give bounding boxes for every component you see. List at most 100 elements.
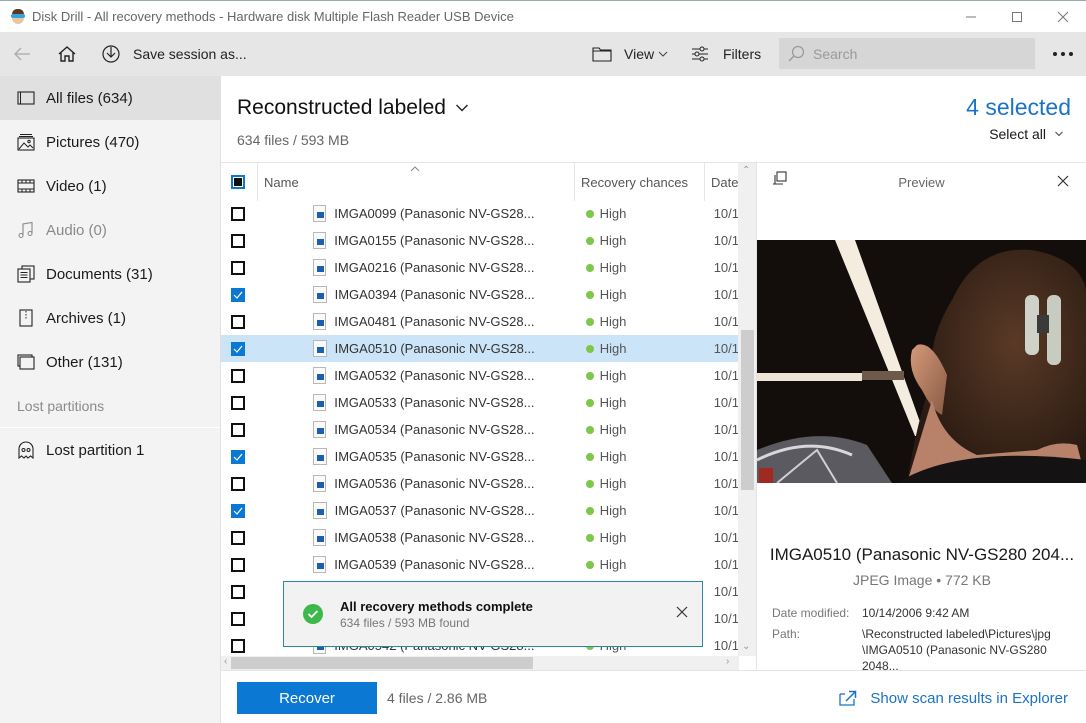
scroll-left-icon[interactable]: ‹	[224, 656, 227, 667]
more-options-button[interactable]	[1052, 32, 1074, 76]
other-icon	[17, 353, 35, 371]
row-checkbox[interactable]	[231, 449, 245, 464]
back-button[interactable]	[12, 32, 32, 76]
row-checkbox[interactable]	[231, 584, 245, 599]
sidebar-item-label: Documents (31)	[46, 265, 153, 283]
sidebar-item-label: Other (131)	[46, 353, 123, 371]
image-file-icon	[313, 502, 327, 519]
vertical-scrollbar[interactable]: ⌃ ⌄	[738, 163, 756, 656]
chevron-down-icon	[658, 51, 668, 57]
save-session-button[interactable]: Save session as...	[101, 32, 247, 76]
row-checkbox[interactable]	[231, 206, 245, 221]
column-header-name[interactable]: Name	[258, 163, 575, 201]
scroll-right-icon[interactable]: ›	[726, 656, 729, 667]
home-button[interactable]	[57, 32, 77, 76]
view-label: View	[624, 46, 655, 62]
table-row[interactable]: IMGA0481 (Panasonic NV-GS28... High 10/1	[221, 308, 739, 335]
recovery-status-dot-icon	[585, 398, 594, 407]
image-file-icon	[312, 529, 327, 546]
file-name: IMGA0534 (Panasonic NV-GS28...	[334, 422, 535, 437]
sidebar-item-audio[interactable]: Audio (0)	[0, 208, 220, 252]
close-button[interactable]	[1040, 1, 1086, 33]
preview-title: Preview	[898, 174, 945, 190]
table-row[interactable]: IMGA0099 (Panasonic NV-GS28... High 10/1	[221, 200, 739, 227]
sidebar-item-video[interactable]: Video (1)	[0, 164, 220, 208]
row-checkbox[interactable]	[231, 287, 245, 302]
filters-button[interactable]: Filters	[691, 32, 761, 76]
recovery-chance: High	[599, 233, 627, 248]
table-row[interactable]: IMGA0534 (Panasonic NV-GS28... High 10/1	[221, 416, 739, 443]
row-checkbox[interactable]	[231, 395, 245, 410]
preview-panel: Preview IMGA0510 (Panasonic NV-GS280 204…	[756, 163, 1086, 673]
row-checkbox[interactable]	[231, 503, 245, 518]
open-external-icon	[839, 690, 857, 706]
row-checkbox[interactable]	[231, 422, 245, 437]
view-menu-button[interactable]: View	[592, 32, 668, 76]
row-checkbox[interactable]	[231, 638, 245, 653]
show-in-explorer-link[interactable]: Show scan results in Explorer	[838, 689, 1068, 707]
column-header-recovery[interactable]: Recovery chances	[575, 163, 705, 201]
select-all-checkbox[interactable]	[231, 175, 245, 189]
search-box[interactable]	[779, 38, 1035, 69]
column-header-date[interactable]: Date	[705, 163, 739, 201]
sidebar-item-archives[interactable]: Archives (1)	[0, 296, 220, 340]
table-row[interactable]: IMGA0539 (Panasonic NV-GS28... High 10/1	[221, 551, 739, 578]
row-checkbox[interactable]	[231, 341, 245, 356]
image-file-icon	[312, 556, 327, 573]
audio-icon	[17, 221, 35, 239]
horizontal-scrollbar[interactable]: ‹ ›	[221, 656, 739, 670]
table-row[interactable]: IMGA0537 (Panasonic NV-GS28... High 10/1	[221, 497, 739, 524]
open-preview-window-button[interactable]	[772, 171, 788, 192]
row-checkbox[interactable]	[231, 611, 245, 626]
table-row[interactable]: IMGA0394 (Panasonic NV-GS28... High 10/1	[221, 281, 739, 308]
path-label: Path:	[772, 627, 801, 641]
table-row[interactable]: IMGA0510 (Panasonic NV-GS28... High 10/1	[221, 335, 739, 362]
file-date: 10/1	[713, 476, 740, 491]
row-checkbox[interactable]	[231, 557, 245, 572]
table-row[interactable]: IMGA0533 (Panasonic NV-GS28... High 10/1	[221, 389, 739, 416]
folder-title: Reconstructed labeled	[237, 96, 446, 119]
vertical-scroll-thumb[interactable]	[741, 330, 754, 490]
scroll-up-icon[interactable]: ⌃	[742, 165, 750, 176]
row-checkbox[interactable]	[231, 314, 245, 329]
disk-drill-logo-icon	[10, 8, 26, 25]
toast-close-button[interactable]	[676, 605, 688, 623]
maximize-button[interactable]	[994, 1, 1040, 33]
row-checkbox[interactable]	[231, 260, 245, 275]
table-row[interactable]: IMGA0536 (Panasonic NV-GS28... High 10/1	[221, 470, 739, 497]
table-row[interactable]: IMGA0538 (Panasonic NV-GS28... High 10/1	[221, 524, 739, 551]
select-all-dropdown[interactable]: Select all	[989, 126, 1064, 142]
image-file-icon	[313, 448, 327, 465]
preview-close-button[interactable]	[1057, 174, 1069, 192]
table-row[interactable]: IMGA0155 (Panasonic NV-GS28... High 10/1	[221, 227, 739, 254]
sidebar-item-other[interactable]: Other (131)	[0, 340, 220, 384]
filters-sliders-icon	[692, 46, 708, 62]
sidebar-item-lost-partition-1[interactable]: Lost partition 1	[0, 428, 220, 472]
minimize-icon	[966, 16, 976, 18]
horizontal-scroll-thumb[interactable]	[231, 657, 533, 669]
folder-selector[interactable]: Reconstructed labeled	[237, 96, 469, 120]
sidebar-item-pictures[interactable]: Pictures (470)	[0, 120, 220, 164]
search-input[interactable]	[813, 45, 1023, 62]
recover-button[interactable]: Recover	[237, 682, 377, 714]
table-row[interactable]: IMGA0532 (Panasonic NV-GS28... High 10/1	[221, 362, 739, 389]
table-row[interactable]: IMGA0216 (Panasonic NV-GS28... High 10/1	[221, 254, 739, 281]
scroll-down-icon[interactable]: ⌄	[742, 641, 750, 652]
row-checkbox[interactable]	[231, 368, 245, 383]
file-name: IMGA0481 (Panasonic NV-GS28...	[334, 314, 535, 329]
sidebar-item-documents[interactable]: Documents (31)	[0, 252, 220, 296]
row-checkbox[interactable]	[231, 233, 245, 248]
file-name: IMGA0394 (Panasonic NV-GS28...	[334, 287, 535, 302]
preview-file-name: IMGA0510 (Panasonic NV-GS280 204...	[769, 545, 1075, 564]
close-icon	[1057, 11, 1069, 23]
recovery-status-dot-icon	[585, 371, 594, 380]
image-file-icon	[312, 259, 327, 276]
file-date: 10/1	[713, 314, 740, 329]
sidebar-item-all-files[interactable]: All files (634)	[0, 76, 220, 120]
row-checkbox[interactable]	[231, 476, 245, 491]
row-checkbox[interactable]	[231, 530, 245, 545]
table-row[interactable]: IMGA0535 (Panasonic NV-GS28... High 10/1	[221, 443, 739, 470]
file-name: IMGA0536 (Panasonic NV-GS28...	[334, 476, 535, 491]
recovery-status-dot-icon	[585, 533, 594, 542]
minimize-button[interactable]	[948, 1, 994, 33]
